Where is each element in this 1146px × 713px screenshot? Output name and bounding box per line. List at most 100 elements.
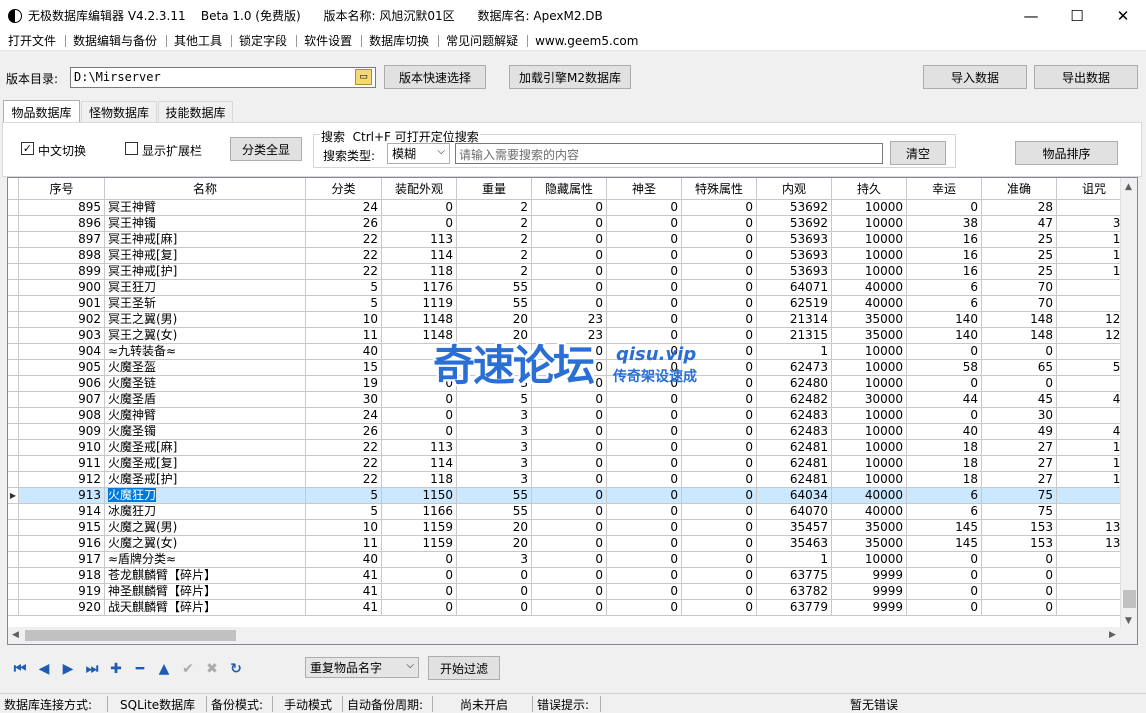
table-cell[interactable]: 895 (19, 200, 105, 216)
version-dir-input[interactable]: D:\Mirserver (70, 67, 376, 88)
table-row[interactable]: 896冥王神镯26020005369210000384738 (8, 216, 1132, 232)
table-cell[interactable]: 0 (607, 584, 682, 600)
table-cell[interactable]: 0 (607, 248, 682, 264)
table-cell[interactable]: 火魔圣戒[麻] (105, 440, 306, 456)
items-grid[interactable]: 序号 名称 分类 装配外观 重量 隐藏属性 神圣 特殊属性 内观 持久 幸运 准确 诅咒 895 冥王神臂… (7, 177, 1138, 645)
table-cell[interactable]: 40000 (832, 280, 907, 296)
table-row[interactable]: 920战天麒麟臂【碎片】4100000637799999000 (8, 600, 1132, 616)
menu-faq[interactable]: 常见问题解疑 (438, 32, 529, 49)
table-cell[interactable]: ≈九转装备≈ (105, 344, 306, 360)
table-cell[interactable]: 18 (907, 440, 982, 456)
table-cell[interactable]: 0 (682, 440, 757, 456)
table-cell[interactable]: 0 (682, 248, 757, 264)
table-cell[interactable]: 0 (682, 360, 757, 376)
table-row[interactable]: 899冥王神戒[护]2211820005369310000162517 (8, 264, 1132, 280)
table-cell[interactable]: 20 (457, 328, 532, 344)
cancel-record-icon[interactable]: ✖ (200, 657, 224, 681)
table-cell[interactable]: 0 (607, 568, 682, 584)
table-cell[interactable]: 1159 (382, 520, 457, 536)
table-cell[interactable]: 62481 (757, 440, 832, 456)
table-cell[interactable]: 火魔圣镯 (105, 424, 306, 440)
table-cell[interactable]: 1 (757, 552, 832, 568)
table-cell[interactable]: 0 (982, 600, 1057, 616)
table-cell[interactable]: 火魔神臂 (105, 408, 306, 424)
table-cell[interactable]: 1148 (382, 328, 457, 344)
delete-record-icon[interactable]: ━ (128, 657, 152, 681)
show-all-categories-button[interactable]: 分类全显 (230, 137, 302, 161)
table-cell[interactable]: 火魔圣戒[护] (105, 472, 306, 488)
table-cell[interactable]: 25 (982, 248, 1057, 264)
table-cell[interactable]: 910 (19, 440, 105, 456)
table-cell[interactable]: 24 (306, 408, 382, 424)
table-cell[interactable]: 25 (982, 264, 1057, 280)
table-cell[interactable]: 920 (19, 600, 105, 616)
column-header[interactable]: 隐藏属性 (532, 178, 607, 200)
table-cell[interactable]: 0 (457, 600, 532, 616)
search-input[interactable]: 请输入需要搜索的内容 (455, 143, 883, 164)
table-cell[interactable]: 0 (382, 568, 457, 584)
table-cell[interactable]: 62483 (757, 408, 832, 424)
load-engine-db-button[interactable]: 加载引擎M2数据库 (509, 65, 631, 89)
first-record-icon[interactable]: ⏮ (8, 657, 32, 681)
table-cell[interactable]: 919 (19, 584, 105, 600)
table-cell[interactable]: 11 (306, 536, 382, 552)
table-cell[interactable]: 21315 (757, 328, 832, 344)
column-header[interactable]: 特殊属性 (682, 178, 757, 200)
table-cell[interactable]: 0 (607, 296, 682, 312)
table-row[interactable]: 917≈盾牌分类≈4003000110000000 (8, 552, 1132, 568)
table-cell[interactable]: 3 (457, 344, 532, 360)
table-cell[interactable]: 11 (306, 328, 382, 344)
table-cell[interactable]: 22 (306, 248, 382, 264)
table-cell[interactable]: 0 (532, 392, 607, 408)
table-cell[interactable]: 55 (457, 504, 532, 520)
table-cell[interactable]: 0 (907, 408, 982, 424)
vertical-scroll-thumb[interactable] (1123, 590, 1136, 608)
table-cell[interactable]: 22 (306, 440, 382, 456)
table-row[interactable]: 897冥王神戒[麻]2211320005369310000162517 (8, 232, 1132, 248)
table-cell[interactable]: 0 (532, 472, 607, 488)
menu-settings[interactable]: 软件设置 (296, 32, 363, 49)
vertical-scrollbar[interactable]: ▲ ▼ (1120, 178, 1137, 629)
column-header[interactable]: 序号 (19, 178, 105, 200)
table-cell[interactable]: 10000 (832, 200, 907, 216)
table-cell[interactable]: 1148 (382, 312, 457, 328)
table-cell[interactable]: 0 (682, 552, 757, 568)
table-cell[interactable]: 900 (19, 280, 105, 296)
column-header[interactable]: 重量 (457, 178, 532, 200)
table-cell[interactable]: 9999 (832, 600, 907, 616)
table-cell[interactable]: 冥王神戒[复] (105, 248, 306, 264)
table-row[interactable]: 900冥王狂刀511765500064071400006700 (8, 280, 1132, 296)
table-cell[interactable]: 27 (982, 456, 1057, 472)
table-cell[interactable]: 0 (607, 424, 682, 440)
horizontal-scroll-thumb[interactable] (25, 630, 236, 641)
table-cell[interactable]: 153 (982, 520, 1057, 536)
table-cell[interactable]: 114 (382, 248, 457, 264)
table-cell[interactable]: 918 (19, 568, 105, 584)
table-cell[interactable]: 0 (532, 520, 607, 536)
table-cell[interactable]: 53692 (757, 216, 832, 232)
table-cell[interactable]: 908 (19, 408, 105, 424)
table-cell[interactable]: 0 (907, 200, 982, 216)
table-cell[interactable]: 45 (982, 392, 1057, 408)
table-cell[interactable]: 28 (982, 200, 1057, 216)
table-cell[interactable]: 53693 (757, 264, 832, 280)
table-cell[interactable]: 0 (907, 600, 982, 616)
table-cell[interactable]: 62481 (757, 472, 832, 488)
start-filter-button[interactable]: 开始过滤 (428, 656, 500, 680)
table-row[interactable]: 914冰魔狂刀511665500064070400006750 (8, 504, 1132, 520)
table-cell[interactable]: 63779 (757, 600, 832, 616)
table-cell[interactable]: 0 (532, 264, 607, 280)
table-cell[interactable]: 114 (382, 456, 457, 472)
table-cell[interactable]: 10000 (832, 408, 907, 424)
table-cell[interactable]: 0 (982, 568, 1057, 584)
column-header[interactable]: 装配外观 (382, 178, 457, 200)
edit-record-icon[interactable]: ▲ (152, 657, 176, 681)
table-cell[interactable]: 0 (532, 552, 607, 568)
maximize-button[interactable]: ☐ (1054, 0, 1100, 31)
folder-icon[interactable]: ▭ (355, 69, 372, 85)
table-row[interactable]: 907火魔圣盾30050006248230000444544 (8, 392, 1132, 408)
table-cell[interactable]: 0 (607, 488, 682, 504)
table-cell[interactable]: 冥王狂刀 (105, 280, 306, 296)
table-cell[interactable]: 47 (982, 216, 1057, 232)
table-cell[interactable]: 0 (607, 392, 682, 408)
